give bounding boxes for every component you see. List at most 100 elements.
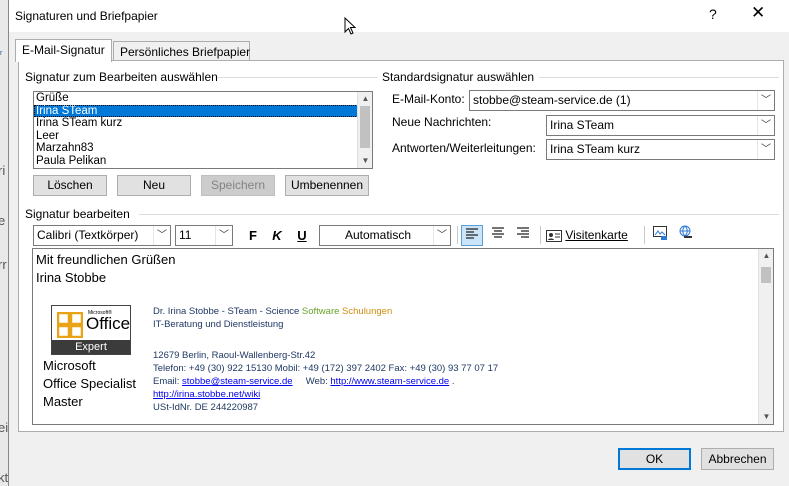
align-right-icon bbox=[517, 227, 529, 238]
business-card-icon bbox=[546, 229, 562, 242]
bold-button[interactable]: F bbox=[243, 226, 263, 246]
sig-text: Web: bbox=[292, 376, 331, 387]
list-item[interactable]: Leer bbox=[34, 130, 372, 143]
scroll-up-icon[interactable]: ▲ bbox=[358, 92, 372, 106]
scroll-down-icon[interactable]: ▼ bbox=[358, 154, 372, 168]
font-color-select[interactable]: Automatisch ﹀ bbox=[319, 225, 451, 246]
new-button[interactable]: Neu bbox=[117, 175, 191, 196]
signature-list[interactable]: Grüße Irina STeam Irina STeam kurz Leer … bbox=[33, 91, 373, 169]
list-item[interactable]: Grüße bbox=[34, 92, 372, 105]
align-center-icon bbox=[492, 227, 504, 238]
hyperlink-icon bbox=[679, 225, 692, 238]
save-button[interactable]: Speichern bbox=[201, 175, 275, 196]
cancel-button[interactable]: Abbrechen bbox=[701, 448, 774, 470]
list-item[interactable]: Irina STeam kurz bbox=[34, 117, 372, 130]
editor-line: Mit freundlichen Grüßen bbox=[36, 252, 176, 267]
edit-signature-heading: Signatur bearbeiten bbox=[25, 207, 130, 221]
list-item[interactable]: Paula Pelikan bbox=[34, 155, 372, 168]
office-expert-logo: Microsoft® Office Expert bbox=[51, 305, 131, 355]
ok-button[interactable]: OK bbox=[618, 448, 691, 470]
window-title: Signaturen und Briefpapier bbox=[15, 9, 158, 23]
button-label: Speichern bbox=[210, 178, 266, 192]
help-button[interactable]: ? bbox=[709, 6, 717, 22]
button-label: Umbenennen bbox=[290, 178, 364, 192]
sig-line: USt-IdNr. DE 244220987 bbox=[153, 402, 259, 413]
cert-line: Office Specialist bbox=[43, 376, 136, 391]
sig-text: Schulungen bbox=[339, 306, 393, 317]
button-label: Abbrechen bbox=[708, 452, 767, 466]
background-fragment: Ir bbox=[0, 50, 3, 57]
logo-text: Office bbox=[86, 314, 131, 333]
tab-label: E-Mail-Signatur bbox=[22, 43, 105, 57]
background-fragment: rr bbox=[0, 257, 7, 272]
email-account-label: E-Mail-Konto: bbox=[392, 92, 465, 106]
background-fragment: ri bbox=[0, 163, 6, 178]
background-fragment: e bbox=[0, 213, 6, 228]
toolbar-separator bbox=[540, 226, 541, 244]
sig-text: Dr. Irina Stobbe - STeam - Science bbox=[153, 306, 302, 317]
sig-line: 12679 Berlin, Raoul-Wallenberg-Str.42 bbox=[153, 350, 316, 361]
title-bar: Signaturen und Briefpapier ? ✕ bbox=[9, 0, 789, 32]
underline-button[interactable]: U bbox=[292, 226, 312, 246]
button-label: Visitenkarte bbox=[565, 228, 628, 242]
cert-line: Master bbox=[43, 394, 83, 409]
scroll-down-icon[interactable]: ▼ bbox=[759, 410, 773, 424]
close-button[interactable]: ✕ bbox=[751, 3, 765, 23]
divider bbox=[539, 77, 779, 78]
chevron-down-icon: ﹀ bbox=[757, 140, 774, 159]
italic-button[interactable]: K bbox=[267, 226, 287, 246]
divider bbox=[139, 214, 779, 215]
editor-line: Irina Stobbe bbox=[36, 270, 107, 285]
signature-editor[interactable]: Mit freundlichen Grüßen Irina Stobbe Mic… bbox=[32, 248, 774, 425]
select-value: Calibri (Textkörper) bbox=[37, 228, 139, 242]
default-signature-heading: Standardsignatur auswählen bbox=[382, 70, 535, 84]
tab-personal-stationery[interactable]: Persönliches Briefpapier bbox=[113, 41, 250, 61]
sig-wiki-line: http://irina.stobbe.net/wiki bbox=[153, 389, 260, 400]
select-value: stobbe@steam-service.de (1) bbox=[473, 93, 631, 107]
chevron-down-icon: ﹀ bbox=[433, 226, 450, 245]
new-messages-select[interactable]: Irina STeam ﹀ bbox=[546, 115, 775, 136]
list-item-selected[interactable]: Irina STeam bbox=[34, 104, 372, 118]
select-value: Automatisch bbox=[344, 228, 412, 242]
tab-email-signature[interactable]: E-Mail-Signatur bbox=[15, 39, 112, 62]
background-fragment: ei bbox=[0, 420, 9, 435]
toolbar-separator bbox=[644, 226, 645, 244]
email-account-select[interactable]: stobbe@steam-service.de (1) ﹀ bbox=[469, 90, 775, 111]
button-label: Löschen bbox=[47, 178, 93, 192]
select-value: 11 bbox=[179, 228, 192, 242]
align-right-button[interactable] bbox=[512, 225, 534, 245]
sig-text: Software bbox=[301, 306, 340, 317]
align-left-button[interactable] bbox=[461, 225, 483, 246]
email-link[interactable]: stobbe@steam-service.de bbox=[182, 376, 293, 387]
rename-button[interactable]: Umbenennen bbox=[285, 175, 369, 196]
chevron-down-icon: ﹀ bbox=[757, 116, 774, 135]
button-label: Neu bbox=[142, 178, 165, 192]
web-link[interactable]: http://www.steam-service.de bbox=[330, 376, 449, 387]
select-signature-heading: Signatur zum Bearbeiten auswählen bbox=[25, 70, 218, 84]
font-size-select[interactable]: 11 ﹀ bbox=[175, 225, 233, 246]
sig-line: IT-Beratung und Dienstleistung bbox=[153, 319, 284, 330]
scroll-up-icon[interactable]: ▲ bbox=[759, 249, 773, 263]
button-label: OK bbox=[645, 452, 664, 466]
insert-picture-button[interactable] bbox=[649, 225, 671, 245]
list-scrollbar[interactable]: ▲ ▼ bbox=[357, 92, 372, 168]
delete-button[interactable]: Löschen bbox=[33, 175, 107, 196]
align-center-button[interactable] bbox=[487, 225, 509, 245]
business-card-button[interactable]: Visitenkarte bbox=[546, 225, 638, 245]
font-family-select[interactable]: Calibri (Textkörper) ﹀ bbox=[33, 225, 171, 246]
insert-hyperlink-button[interactable] bbox=[675, 225, 697, 245]
editor-scrollbar[interactable]: ▲ ▼ bbox=[758, 249, 773, 424]
scroll-thumb[interactable] bbox=[761, 267, 771, 283]
new-messages-label: Neue Nachrichten: bbox=[392, 115, 492, 129]
wiki-link[interactable]: http://irina.stobbe.net/wiki bbox=[153, 389, 260, 400]
select-value: Irina STeam kurz bbox=[550, 142, 641, 156]
align-left-icon bbox=[466, 228, 478, 239]
sig-email-line: Email: stobbe@steam-service.de Web: http… bbox=[153, 376, 454, 387]
tab-label: Persönliches Briefpapier bbox=[120, 45, 251, 59]
logo-text: Expert bbox=[52, 340, 130, 354]
list-item[interactable]: Marzahn83 bbox=[34, 142, 372, 155]
replies-forwards-select[interactable]: Irina STeam kurz ﹀ bbox=[546, 139, 775, 160]
sig-text: Email: bbox=[153, 376, 183, 387]
signature-dialog: Signaturen und Briefpapier ? ✕ E-Mail-Si… bbox=[8, 0, 789, 486]
scroll-thumb[interactable] bbox=[360, 106, 370, 148]
